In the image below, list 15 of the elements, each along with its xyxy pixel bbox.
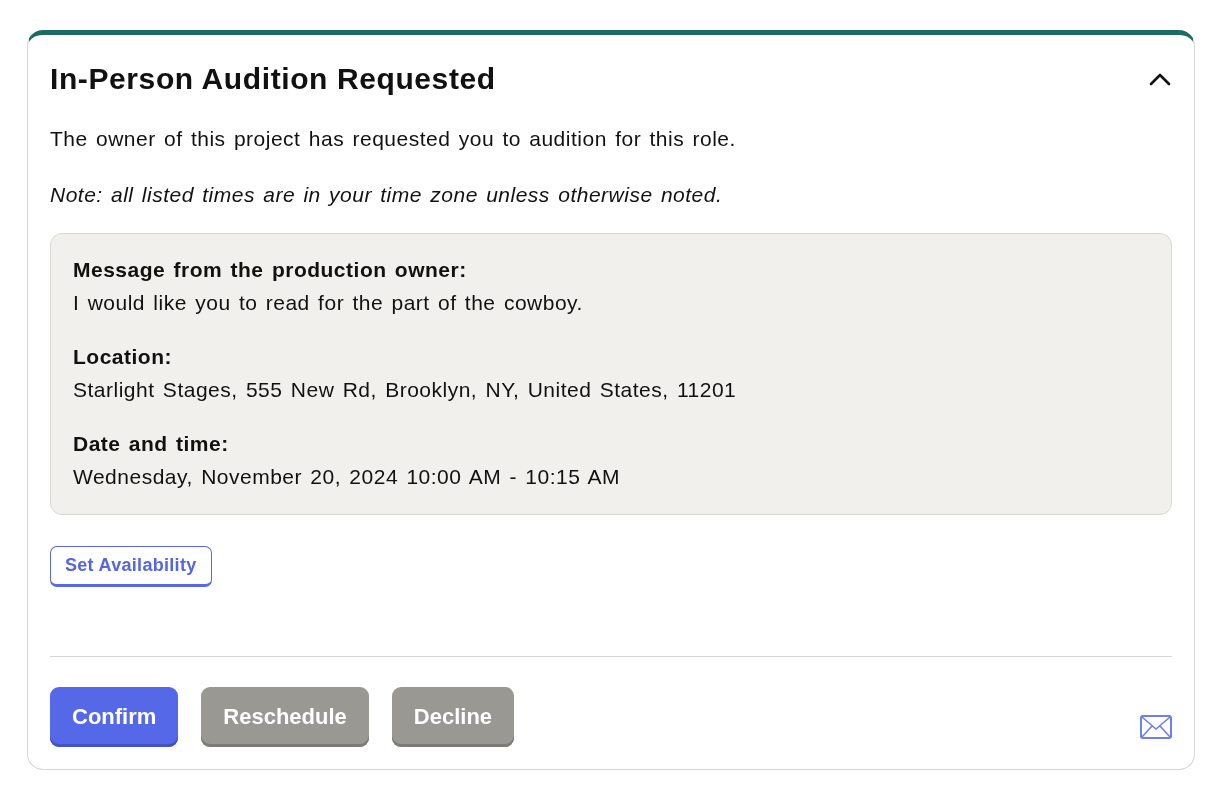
action-button[interactable]: Decline [391, 687, 515, 747]
detail-value: I would like you to read for the part of the cowboy. [73, 290, 584, 316]
envelope-icon[interactable] [1140, 715, 1172, 739]
detail-label: Location: [73, 344, 173, 370]
detail-label: Message from the production owner: [73, 257, 468, 283]
action-button[interactable]: Reschedule [201, 687, 369, 747]
card-title: In-Person Audition Requested [50, 61, 496, 97]
chevron-up-icon[interactable] [1149, 72, 1171, 86]
detail-value: Wednesday, November 20, 2024 10:00 AM - 10:15 AM [73, 464, 622, 490]
action-button[interactable]: Confirm [50, 687, 179, 747]
time-zone-note: Note: all listed times are in your time zone unless otherwise noted. [50, 182, 724, 208]
intro-text: The owner of this project has requested you to audition for this role. [50, 126, 737, 152]
detail-value: Starlight Stages, 555 New Rd, Brooklyn, NY, United States, 11201 [73, 377, 738, 403]
set-availability-button[interactable]: Set Availability [50, 546, 212, 587]
detail-label: Date and time: [73, 431, 230, 457]
